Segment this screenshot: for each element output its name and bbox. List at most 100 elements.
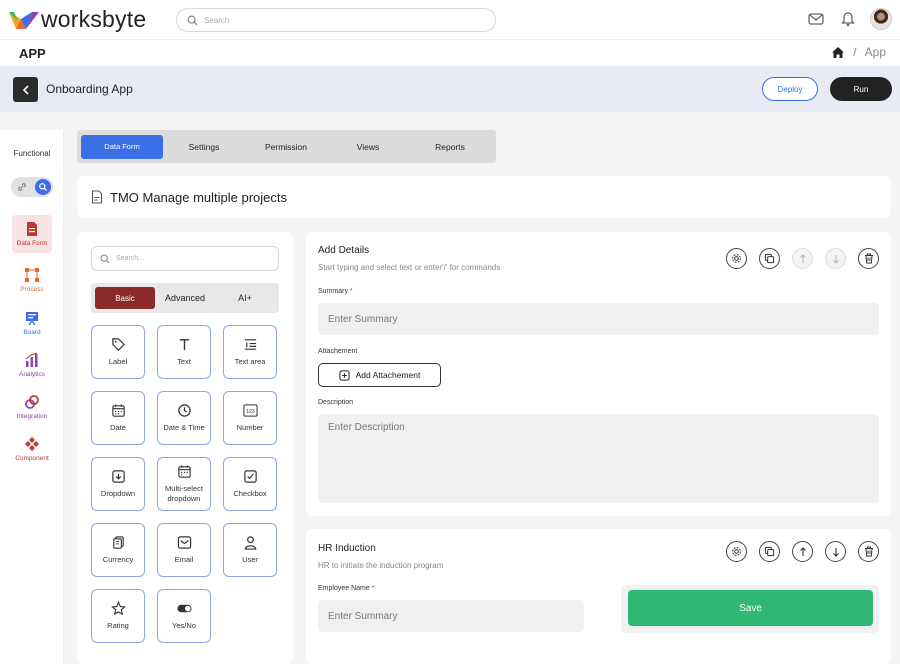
board-icon	[26, 312, 38, 326]
palette-search-input[interactable]	[116, 255, 266, 262]
rail-item-process[interactable]: Process	[12, 267, 52, 293]
section-add-details: Add Details Start typing and select text…	[306, 232, 891, 516]
mode-toggle[interactable]	[11, 177, 53, 197]
arrow-up-icon	[799, 546, 806, 556]
textarea-icon	[244, 339, 256, 350]
rail-item-board[interactable]: Board	[12, 310, 52, 336]
summary-input[interactable]	[318, 303, 879, 335]
settings-button[interactable]	[726, 541, 747, 562]
app-header: APP / App	[0, 40, 900, 66]
breadcrumb-app[interactable]: App	[865, 45, 886, 59]
text-icon	[179, 339, 189, 351]
plus-box-icon	[339, 369, 350, 381]
field-tile-dropdown[interactable]: Dropdown	[91, 457, 145, 511]
tile-label: Text area	[234, 357, 266, 366]
breadcrumb-separator: /	[853, 45, 857, 59]
field-tile-date[interactable]: Date	[91, 391, 145, 445]
field-tile-multi-select[interactable]: Multi-select dropdown	[157, 457, 211, 511]
employee-name-input[interactable]	[318, 600, 584, 632]
back-button[interactable]	[13, 77, 38, 102]
section-hint: Start typing and select text or enter'/'…	[318, 263, 501, 272]
tab-data-form[interactable]: Data Form	[81, 134, 163, 159]
form-tabs: Data Form Settings Permission Views Repo…	[77, 130, 496, 163]
user-avatar[interactable]	[870, 8, 892, 30]
palette-search[interactable]	[91, 246, 279, 271]
field-tile-rating[interactable]: Rating	[91, 589, 145, 643]
move-down-button[interactable]	[825, 541, 846, 562]
delete-button[interactable]	[858, 248, 879, 269]
trash-icon	[864, 253, 873, 264]
tile-label: Yes/No	[172, 621, 196, 630]
tab-settings[interactable]: Settings	[163, 135, 245, 159]
tab-views[interactable]: Views	[327, 135, 409, 159]
left-rail: Functional Data Form Process Board Analy…	[0, 130, 64, 664]
brand-logo[interactable]: worksbyte	[8, 6, 146, 33]
rail-item-label: Data Form	[16, 240, 48, 247]
rail-item-label: Board	[23, 329, 41, 336]
integration-icon	[25, 395, 39, 409]
tile-label: Number	[236, 423, 264, 432]
form-title: TMO Manage multiple projects	[110, 189, 288, 205]
palette-tab-basic[interactable]: Basic	[95, 287, 155, 309]
page-title: APP	[19, 46, 46, 61]
tile-label: Date	[110, 423, 126, 432]
duplicate-button[interactable]	[759, 541, 780, 562]
field-tile-email[interactable]: Email	[157, 523, 211, 577]
calendar-icon	[177, 465, 191, 478]
field-tile-checkbox[interactable]: Checkbox	[223, 457, 277, 511]
save-button[interactable]: Save	[628, 590, 873, 626]
gear-icon	[732, 547, 741, 556]
search-input[interactable]	[204, 15, 484, 25]
palette-tab-advanced[interactable]: Advanced	[155, 287, 215, 309]
field-tile-number[interactable]: 123 Number	[223, 391, 277, 445]
tile-label: Dropdown	[100, 489, 136, 498]
add-attachment-label: Add Attachement	[355, 370, 421, 380]
rail-item-integration[interactable]: Integration	[12, 394, 52, 420]
employee-name-label: Employee Name *	[318, 585, 374, 592]
arrow-up-icon	[799, 253, 806, 263]
duplicate-button[interactable]	[759, 248, 780, 269]
field-tile-label[interactable]: Label	[91, 325, 145, 379]
rail-item-component[interactable]: Component	[12, 436, 52, 462]
field-tile-currency[interactable]: Currency	[91, 523, 145, 577]
gear-icon	[732, 254, 741, 263]
field-tile-yes-no[interactable]: Yes/No	[157, 589, 211, 643]
trash-icon	[864, 546, 873, 557]
run-button[interactable]: Run	[830, 77, 892, 101]
mail-icon[interactable]	[806, 9, 826, 29]
field-tile-text[interactable]: Text	[157, 325, 211, 379]
move-up-button[interactable]	[792, 248, 813, 269]
rail-item-data-form[interactable]: Data Form	[12, 215, 52, 253]
user-icon	[244, 536, 256, 550]
tile-label: Text	[177, 357, 191, 366]
rail-item-label: Process	[20, 286, 44, 293]
copy-icon	[764, 546, 775, 557]
breadcrumb: / App	[831, 45, 886, 59]
move-down-button[interactable]	[825, 248, 846, 269]
delete-button[interactable]	[858, 541, 879, 562]
field-tile-user[interactable]: User	[223, 523, 277, 577]
tab-permission[interactable]: Permission	[245, 135, 327, 159]
section-hr-induction: HR Induction HR to initiate the inductio…	[306, 529, 891, 664]
app-title: Onboarding App	[46, 82, 133, 96]
tile-label: Label	[108, 357, 128, 366]
description-input[interactable]	[318, 414, 879, 503]
rail-item-analytics[interactable]: Analytics	[12, 352, 52, 378]
tab-reports[interactable]: Reports	[409, 135, 491, 159]
move-up-button[interactable]	[792, 541, 813, 562]
field-palette: Basic Advanced AI+ Label Text Text area …	[77, 232, 293, 664]
search-icon	[187, 15, 198, 26]
field-tile-date-time[interactable]: Date & Time	[157, 391, 211, 445]
home-icon[interactable]	[831, 46, 845, 59]
global-search[interactable]	[176, 8, 496, 32]
palette-tab-ai[interactable]: AI+	[215, 287, 275, 309]
tile-label: User	[242, 555, 258, 564]
star-icon	[110, 601, 126, 616]
add-attachment-button[interactable]: Add Attachement	[318, 363, 441, 387]
deploy-button[interactable]: Deploy	[762, 77, 818, 101]
tile-label: Currency	[102, 555, 134, 564]
bell-icon[interactable]	[838, 9, 858, 29]
field-tile-text-area[interactable]: Text area	[223, 325, 277, 379]
settings-button[interactable]	[726, 248, 747, 269]
dropdown-icon	[111, 470, 125, 483]
